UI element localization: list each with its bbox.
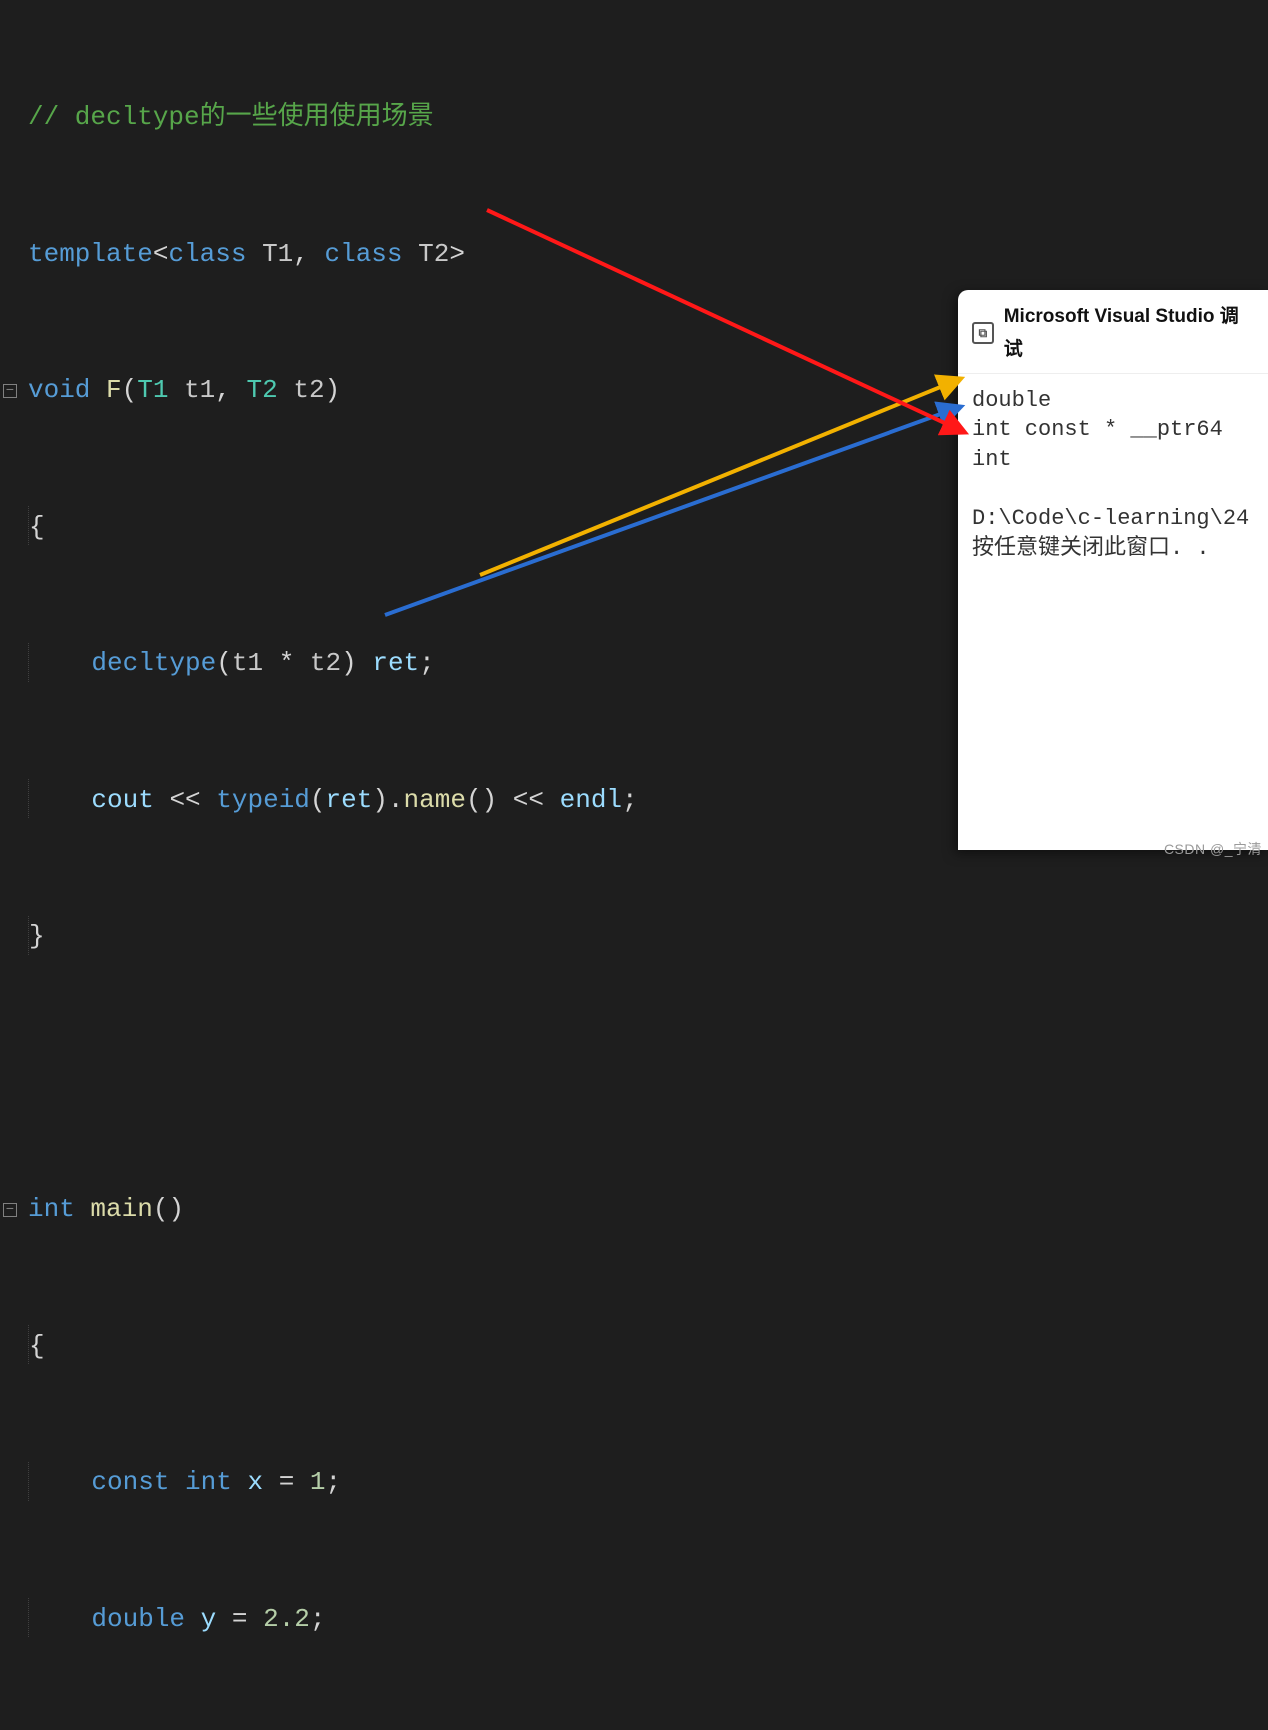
code-line: template<class T1, class T2> [28,232,1268,278]
console-line: D:\Code\c-learning\24 [972,506,1249,531]
console-line: int const * __ptr64 [972,417,1223,442]
comment-text: // decltype的一些使用使用场景 [28,102,434,132]
console-line: 按任意键关闭此窗口. . [972,536,1210,561]
console-output: double int const * __ptr64 int D:\Code\c… [958,374,1268,576]
code-line: double y = 2.2; [28,1597,1268,1643]
code-line: { [28,1324,1268,1370]
console-titlebar[interactable]: ⧉ Microsoft Visual Studio 调试 [958,290,1268,374]
console-line: double [972,388,1051,413]
code-line: −int main() [28,1187,1268,1233]
debug-console-window[interactable]: ⧉ Microsoft Visual Studio 调试 double int … [958,290,1268,850]
code-line: // decltype的一些使用使用场景 [28,95,1268,141]
code-line: const int x = 1; [28,1460,1268,1506]
watermark-text: CSDN @_宁清 [1164,837,1262,862]
code-editor[interactable]: // decltype的一些使用使用场景 template<class T1, … [0,0,1268,1730]
code-line: } [28,914,1268,960]
blank-line [28,1051,1268,1097]
console-line: int [972,447,1012,472]
fold-toggle-icon[interactable]: − [3,384,17,398]
console-app-icon: ⧉ [972,322,994,344]
console-title-text: Microsoft Visual Studio 调试 [1004,300,1254,367]
fold-toggle-icon[interactable]: − [3,1203,17,1217]
